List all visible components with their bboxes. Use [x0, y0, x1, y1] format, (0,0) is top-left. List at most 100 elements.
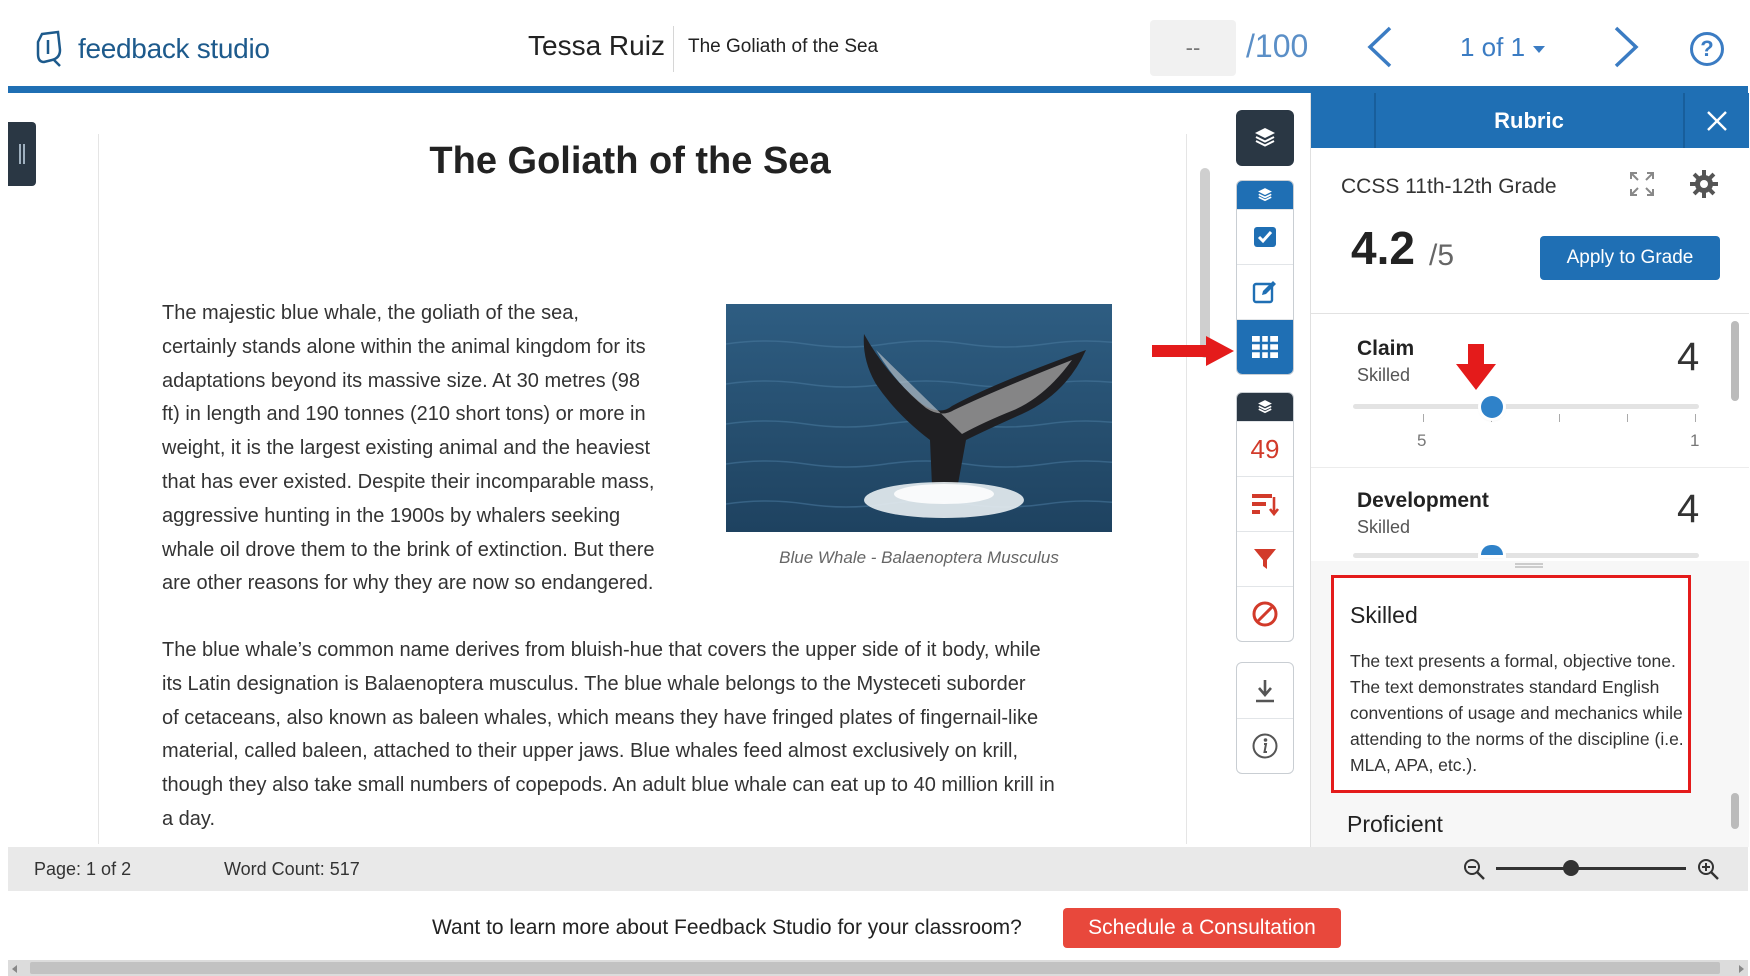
exclude-icon	[1252, 601, 1278, 627]
page-margin-left	[98, 134, 99, 844]
expand-icon[interactable]	[1629, 171, 1655, 197]
text-line: ft) in length and 190 tonnes (210 short …	[162, 403, 646, 426]
page-margin-right	[1186, 134, 1187, 844]
rubric-panel: Rubric CCSS 11th-12th Grade 4.2 /5 Apply…	[1310, 93, 1749, 847]
quickmarks-button[interactable]	[1237, 209, 1293, 264]
similarity-count: 49	[1250, 433, 1280, 464]
zoom-in-icon[interactable]	[1696, 857, 1720, 881]
paper-title: The Goliath of the Sea	[688, 36, 879, 57]
description-scrollbar[interactable]	[1731, 793, 1739, 829]
text-line: The blue whale’s common name derives fro…	[162, 639, 1041, 661]
criterion-slider-thumb[interactable]	[1481, 396, 1503, 418]
criterion-slider-thumb[interactable]	[1481, 545, 1503, 555]
text-line: of cetaceans, also known as baleen whale…	[162, 706, 1039, 729]
text-line: that has ever existed. Despite their inc…	[162, 470, 655, 493]
slider-tick	[1627, 414, 1628, 422]
student-name: Tessa Ruiz	[528, 30, 665, 61]
header-accent-bar	[8, 86, 1748, 93]
paragraph-1: The majestic blue whale, the goliath of …	[162, 297, 702, 601]
text-line: are other reasons for why they are now s…	[162, 572, 654, 595]
close-icon	[1707, 110, 1727, 131]
download-icon	[1256, 679, 1274, 702]
slider-tick	[1423, 414, 1424, 422]
next-paper-icon[interactable]	[1606, 22, 1646, 72]
horizontal-scrollbar[interactable]	[8, 960, 1748, 976]
criterion-score: 4	[1677, 487, 1700, 531]
slider-tick	[1559, 414, 1560, 422]
filter-button[interactable]	[1237, 531, 1293, 586]
text-line: its Latin designation is Balaenoptera mu…	[162, 672, 1026, 695]
scale-label-left: 5	[1417, 431, 1427, 450]
divider	[1311, 467, 1749, 468]
text-line: adaptations beyond its massive size. At …	[162, 369, 641, 392]
grip-icon	[19, 144, 25, 164]
slider-tick	[1695, 414, 1696, 422]
app-logo[interactable]: feedback studio	[34, 30, 270, 68]
scroll-left-icon[interactable]	[12, 965, 17, 973]
other-tools-group	[1236, 662, 1294, 774]
schedule-consultation-button[interactable]: Schedule a Consultation	[1063, 908, 1341, 948]
criterion-level: Skilled	[1357, 517, 1411, 537]
paragraph-2: The blue whale’s common name derives fro…	[162, 634, 1122, 837]
check-square-icon	[1254, 227, 1276, 247]
scale-label-right: 1	[1690, 431, 1700, 450]
instructor-layer-group	[1236, 180, 1294, 375]
text-line: whale oil drove them to the brink of ext…	[162, 538, 655, 561]
chevron-down-icon	[1533, 46, 1546, 53]
grade-input[interactable]: --	[1150, 20, 1236, 76]
zoom-out-icon[interactable]	[1462, 857, 1486, 881]
similarity-layer-header[interactable]	[1237, 393, 1293, 421]
info-icon	[1252, 733, 1278, 759]
layers-button[interactable]	[1236, 110, 1294, 166]
text-line: a day.	[162, 807, 215, 830]
info-button[interactable]	[1237, 718, 1293, 773]
similarity-layer-group: 49	[1236, 392, 1294, 642]
sort-icon	[1252, 494, 1280, 517]
previous-paper-icon[interactable]	[1360, 22, 1400, 72]
similarity-score-button[interactable]: 49	[1237, 421, 1293, 476]
grade-max: /100	[1246, 28, 1309, 64]
criterion-name: Claim	[1357, 337, 1415, 360]
resize-handle[interactable]	[1515, 563, 1543, 568]
criteria-scrollbar[interactable]	[1731, 321, 1739, 401]
rubric-score-max: /5	[1429, 239, 1455, 272]
paper-selector[interactable]: 1 of 1	[1460, 32, 1546, 63]
criterion-name: Development	[1357, 489, 1489, 512]
rubric-button[interactable]	[1237, 319, 1293, 374]
close-rubric-button[interactable]	[1685, 93, 1749, 148]
criterion-score: 4	[1677, 335, 1700, 379]
scroll-right-icon[interactable]	[1739, 965, 1744, 973]
criterion-slider[interactable]	[1353, 553, 1699, 558]
help-icon[interactable]: ?	[1690, 32, 1724, 66]
instructor-layer-header[interactable]	[1237, 181, 1293, 209]
text-line: though they also take small numbers of c…	[162, 774, 1055, 797]
text-line: aggressive hunting in the 1900s by whale…	[162, 504, 621, 527]
gear-icon[interactable]	[1689, 169, 1719, 199]
app-name: feedback studio	[78, 33, 270, 64]
edit-icon	[1252, 281, 1276, 304]
rubric-score: 4.2	[1351, 222, 1415, 274]
text-line: The majestic blue whale, the goliath of …	[162, 302, 579, 324]
document-scrollbar[interactable]	[1200, 168, 1210, 358]
match-overview-button[interactable]	[1237, 476, 1293, 531]
zoom-slider[interactable]	[1496, 867, 1686, 870]
paper-selector-label: 1 of 1	[1460, 32, 1526, 62]
scrollbar-thumb[interactable]	[30, 962, 1720, 974]
exclude-button[interactable]	[1237, 586, 1293, 641]
rubric-header: Rubric	[1311, 93, 1749, 148]
layers-icon	[1258, 400, 1272, 414]
rubric-title: Rubric	[1494, 108, 1564, 133]
side-panel-toggle[interactable]	[8, 122, 36, 186]
rubric-name: CCSS 11th-12th Grade	[1341, 175, 1557, 198]
download-button[interactable]	[1237, 663, 1293, 718]
text-line: weight, it is the largest existing anima…	[162, 437, 651, 460]
feedback-summary-button[interactable]	[1237, 264, 1293, 319]
promo-text: Want to learn more about Feedback Studio…	[432, 916, 1022, 939]
feedback-studio-logo-icon	[36, 30, 62, 67]
level-description-title: Skilled	[1350, 602, 1418, 628]
zoom-slider-thumb[interactable]	[1563, 860, 1579, 876]
criterion-slider[interactable]	[1353, 404, 1699, 409]
apply-to-grade-button[interactable]: Apply to Grade	[1540, 236, 1720, 280]
whale-tail-image	[726, 304, 1112, 532]
status-bar: Page: 1 of 2 Word Count: 517	[8, 847, 1748, 891]
